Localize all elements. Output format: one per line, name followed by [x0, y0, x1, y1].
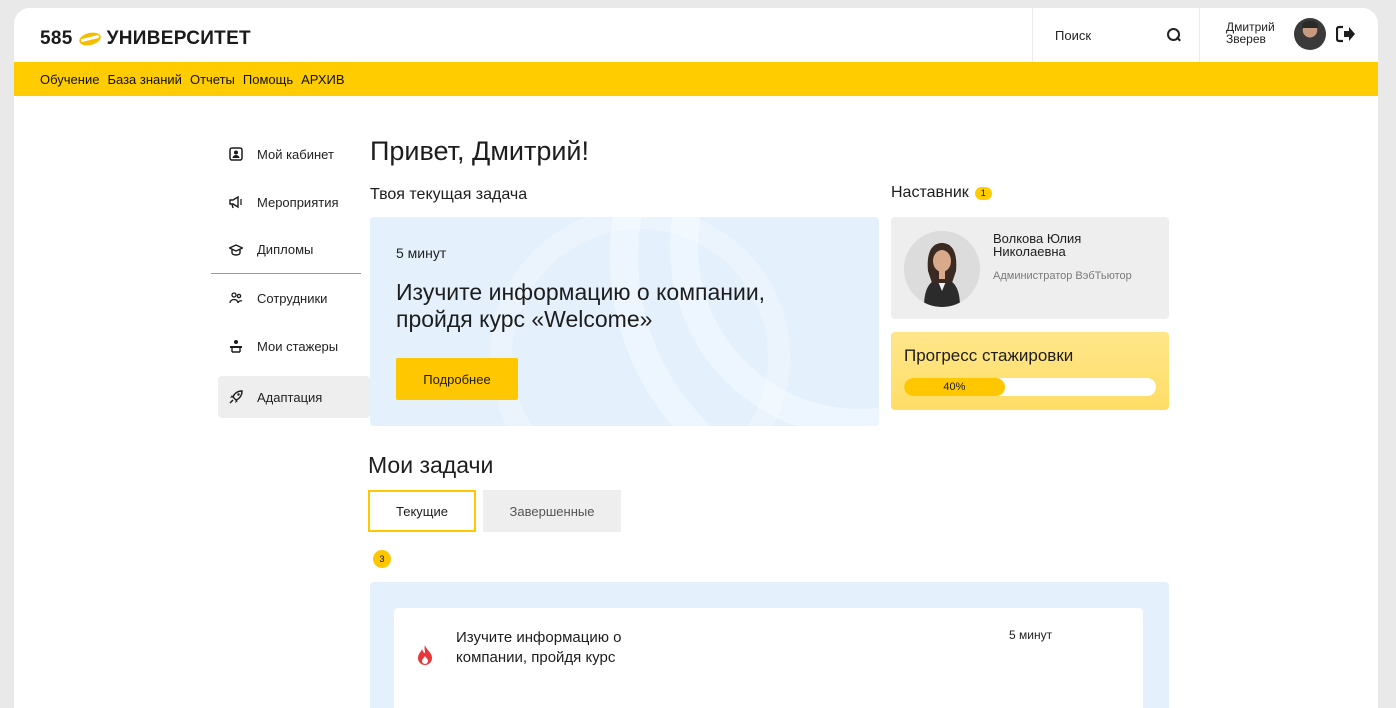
- sidebar-item-diplomas[interactable]: Дипломы: [211, 226, 361, 274]
- sidebar-item-label: Дипломы: [257, 242, 314, 257]
- flame-icon: [418, 645, 432, 665]
- mentor-card[interactable]: Волкова Юлия Николаевна Администратор Вэ…: [891, 217, 1169, 319]
- user-last-name: Зверев: [1226, 32, 1266, 46]
- logo[interactable]: 585 УНИВЕРСИТЕТ: [40, 28, 251, 50]
- list-item-title: Изучите информацию о компании, пройдя ку…: [456, 629, 622, 666]
- app-window: 585 УНИВЕРСИТЕТ Поиск Дмитрий Зверев Обу…: [14, 8, 1378, 708]
- graduation-cap-icon: [229, 243, 243, 256]
- task-title: Изучите информацию о компании, пройдя ку…: [396, 279, 766, 332]
- nav-item-learning[interactable]: Обучение: [40, 72, 99, 87]
- sidebar-item-label: Мои стажеры: [257, 338, 339, 354]
- search-input[interactable]: Поиск: [1055, 28, 1167, 43]
- rocket-icon: [229, 390, 243, 404]
- nav-item-knowledge-base[interactable]: База знаний: [107, 72, 182, 87]
- details-button[interactable]: Подробнее: [396, 358, 518, 400]
- main-nav: Обучение База знаний Отчеты Помощь АРХИВ: [14, 62, 1378, 96]
- trainee-icon: [230, 340, 242, 353]
- nav-item-reports[interactable]: Отчеты: [190, 72, 235, 87]
- sidebar-item-adaptation[interactable]: Адаптация: [218, 376, 370, 418]
- sidebar-item-cabinet[interactable]: Мой кабинет: [211, 130, 361, 178]
- tasks-count-badge: 3: [373, 550, 391, 568]
- megaphone-icon: [229, 195, 242, 209]
- sidebar-item-label: Мероприятия: [257, 194, 339, 210]
- progress-bar: 40%: [904, 378, 1156, 396]
- sidebar-item-employees[interactable]: Сотрудники: [211, 274, 361, 322]
- people-icon: [229, 292, 243, 304]
- current-task-card: 5 минут Изучите информацию о компании, п…: [370, 217, 879, 426]
- my-tasks-heading: Мои задачи: [368, 452, 494, 478]
- sidebar: Мой кабинет Мероприятия Дипломы Сотрудни…: [211, 130, 370, 418]
- logo-text: УНИВЕРСИТЕТ: [106, 28, 251, 49]
- mentor-heading: Наставник 1: [891, 184, 992, 202]
- profile-icon: [229, 147, 243, 161]
- nav-item-help[interactable]: Помощь: [243, 72, 293, 87]
- search-field[interactable]: Поиск: [1032, 8, 1200, 62]
- current-task-heading: Твоя текущая задача: [370, 186, 528, 203]
- sidebar-item-label: Мой кабинет: [257, 146, 334, 162]
- internship-progress-card: Прогресс стажировки 40%: [891, 332, 1169, 410]
- sidebar-item-label: Адаптация: [257, 389, 323, 405]
- nav-item-archive[interactable]: АРХИВ: [301, 72, 344, 87]
- progress-value: 40%: [943, 381, 966, 393]
- tab-current[interactable]: Текущие: [368, 490, 476, 532]
- mentor-role: Администратор ВэбТьютор: [993, 270, 1132, 282]
- tab-completed[interactable]: Завершенные: [483, 490, 621, 532]
- page-title: Привет, Дмитрий!: [370, 136, 590, 166]
- logout-icon[interactable]: [1336, 25, 1356, 43]
- mentor-count-badge: 1: [974, 186, 992, 200]
- user-name[interactable]: Дмитрий Зверев: [1226, 21, 1286, 45]
- sidebar-item-label: Сотрудники: [257, 290, 328, 306]
- list-item-duration: 5 минут: [1009, 628, 1053, 642]
- progress-bar-fill: 40%: [904, 378, 1005, 396]
- logo-number: 585: [40, 28, 73, 49]
- top-header: 585 УНИВЕРСИТЕТ Поиск Дмитрий Зверев: [14, 8, 1378, 62]
- sidebar-item-trainees[interactable]: Мои стажеры: [211, 322, 361, 370]
- sidebar-item-events[interactable]: Мероприятия: [211, 178, 361, 226]
- task-duration: 5 минут: [396, 245, 447, 261]
- mentor-heading-label: Наставник: [891, 184, 969, 201]
- logo-mark-icon: [79, 32, 101, 46]
- mentor-photo: [904, 231, 980, 307]
- progress-title: Прогресс стажировки: [904, 346, 1074, 365]
- list-item[interactable]: Изучите информацию о компании, пройдя ку…: [394, 608, 1143, 708]
- task-list: Изучите информацию о компании, пройдя ку…: [370, 582, 1169, 708]
- search-icon[interactable]: [1167, 28, 1181, 42]
- mentor-name: Волкова Юлия Николаевна: [993, 231, 1082, 259]
- avatar[interactable]: [1294, 18, 1326, 50]
